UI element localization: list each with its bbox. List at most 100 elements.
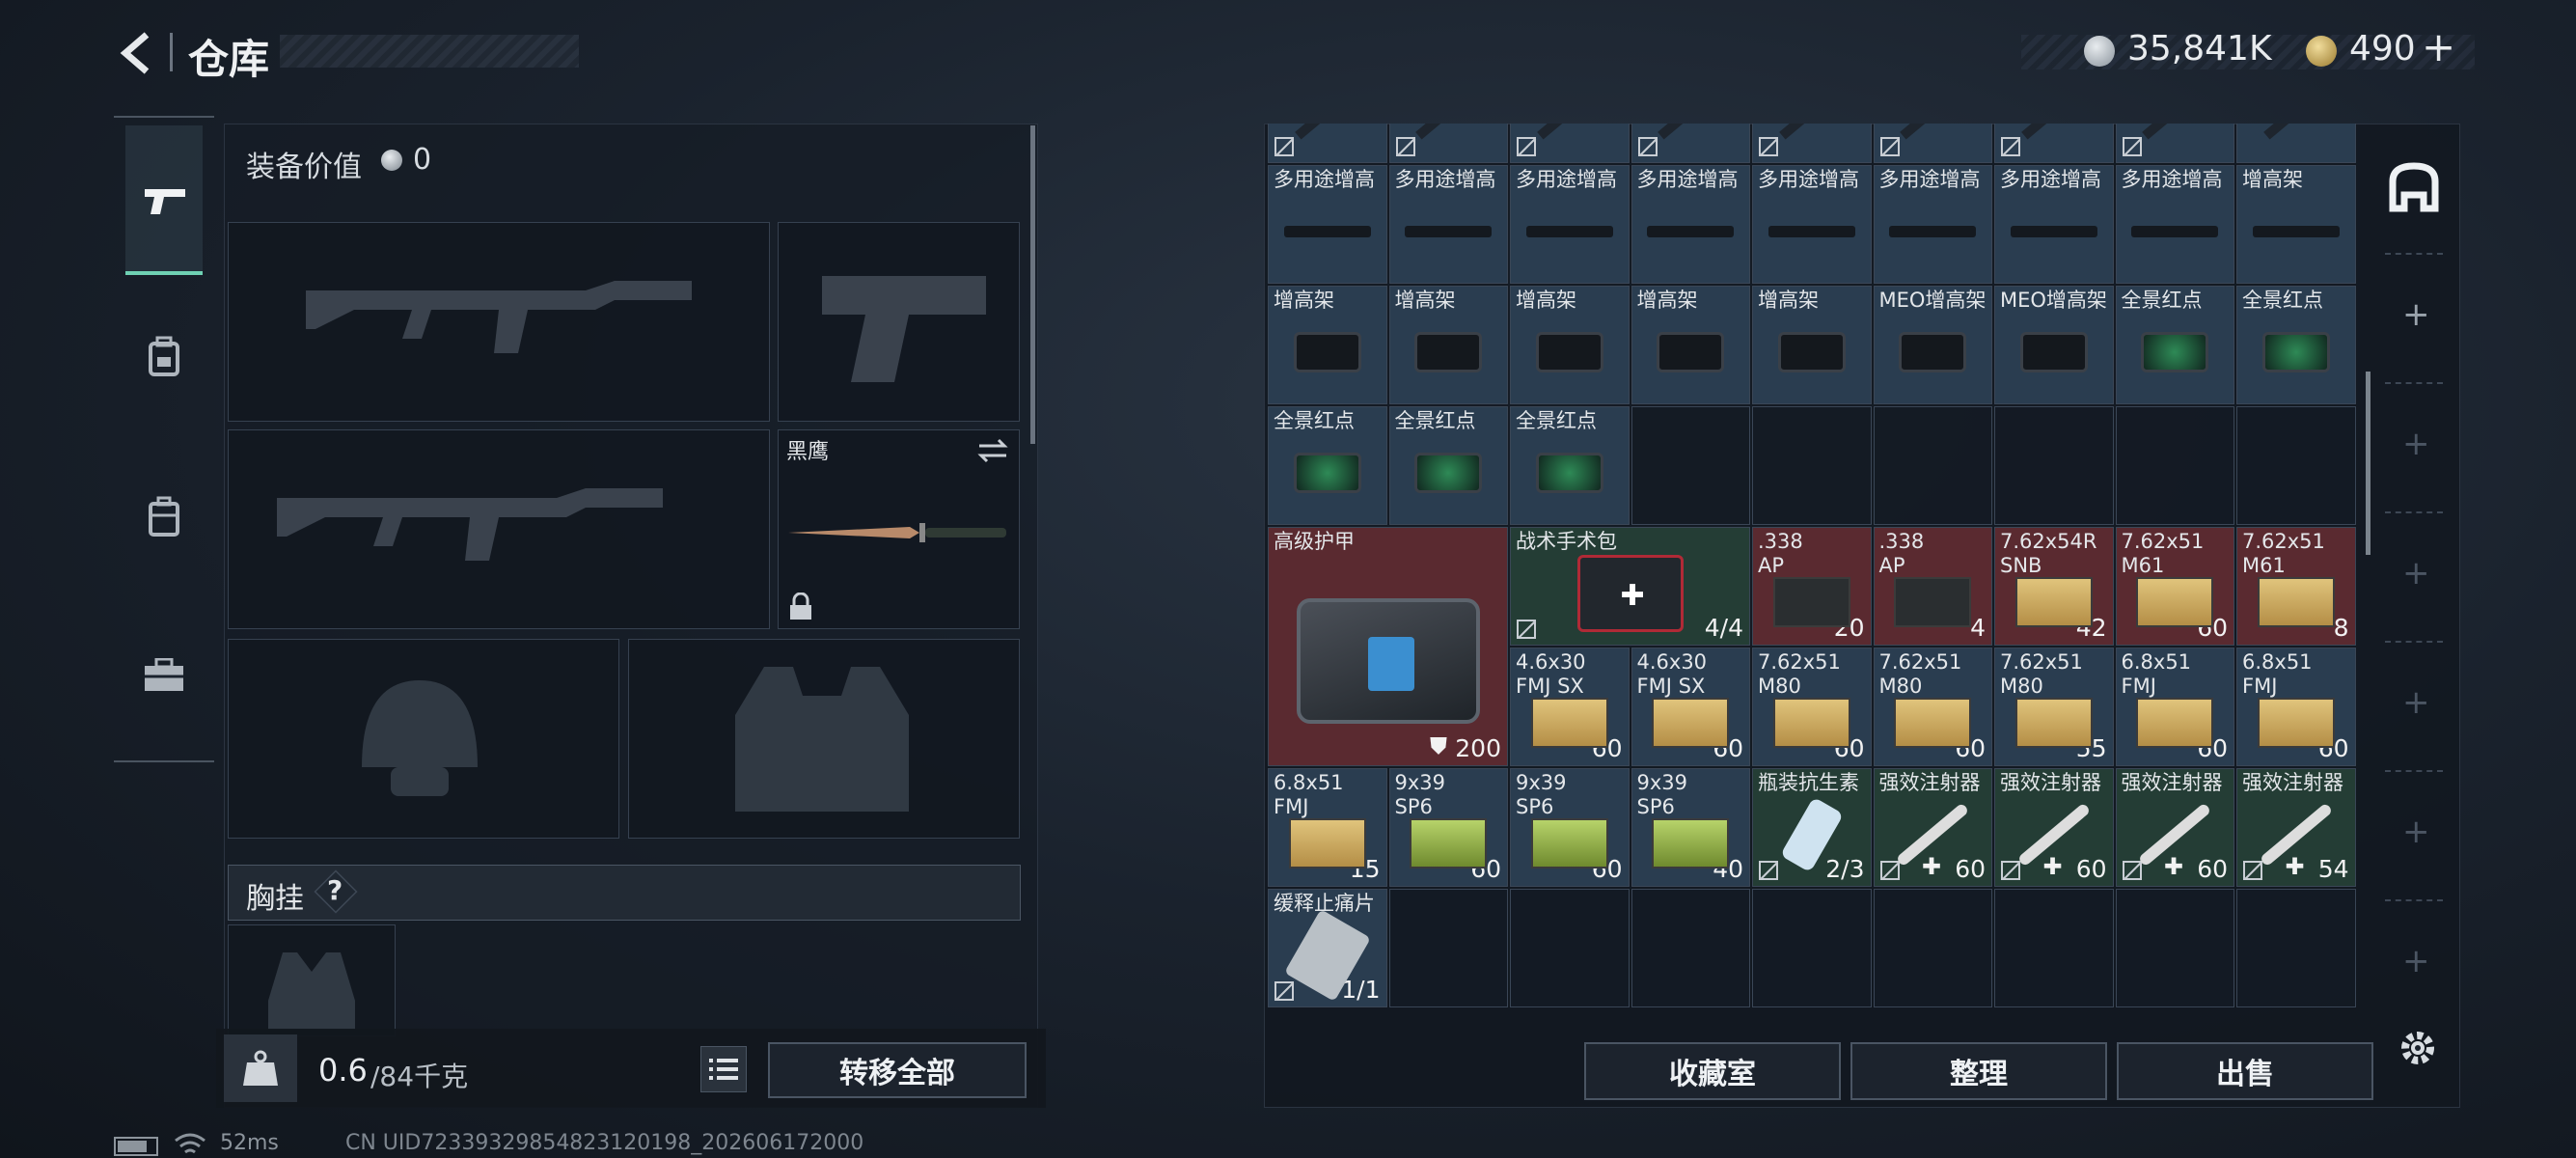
stash-item[interactable]: 全景红点 [1268,406,1387,525]
stash-scrollbar[interactable] [2366,372,2370,555]
empty-slot[interactable] [2115,889,2234,1007]
stash-item[interactable]: 7.62x51 M61 60 [2115,527,2234,646]
stash-item[interactable]: 多用途增高 [1631,165,1750,284]
stash-item[interactable]: 战术手术包 4/4 ✚ [1510,527,1750,646]
stash-item[interactable] [1631,124,1750,163]
back-button[interactable] [114,29,162,77]
stash-item[interactable]: 多用途增高 [1873,165,1992,284]
stash-item[interactable]: 高级护甲 200 ⛊ [1268,527,1508,766]
stash-item[interactable]: 多用途增高 [2115,165,2234,284]
equip-scrollbar[interactable] [1030,125,1035,444]
stash-item[interactable]: .338 AP 20 [1752,527,1872,646]
secondary-weapon-slot[interactable] [778,222,1020,422]
tab-container[interactable] [125,482,203,560]
stash-item[interactable]: 全景红点 [1388,406,1508,525]
stash-item[interactable]: 增高架 [1388,286,1508,404]
stash-item[interactable]: 增高架 [1752,286,1872,404]
empty-slot[interactable] [1631,889,1750,1007]
tab-toolbox[interactable] [125,637,203,714]
helmet-slot[interactable] [228,639,619,839]
stash-item[interactable]: 全景红点 [2115,286,2234,404]
stash-item[interactable]: 多用途增高 [1510,165,1630,284]
stash-item[interactable]: 9x39 SP6 60 [1510,768,1630,887]
stash-item[interactable]: .338 AP 4 [1873,527,1992,646]
stash-item[interactable]: 多用途增高 [1752,165,1872,284]
stash-item[interactable]: 多用途增高 [1994,165,2114,284]
secondary-rifle-slot[interactable] [228,429,770,629]
stash-item[interactable]: 6.8x51 FMJ 60 [2115,648,2234,766]
stash-item[interactable] [1994,124,2114,163]
stash-item[interactable]: 7.62x51 M80 60 [1873,648,1992,766]
add-stash-button[interactable]: + [2402,554,2430,593]
stash-item[interactable]: 7.62x51 M80 60 [1752,648,1872,766]
chest-rig-slot[interactable] [228,924,396,1036]
stash-item[interactable] [2236,124,2356,163]
empty-slot[interactable] [1873,889,1992,1007]
add-stash-button[interactable]: + [2402,942,2430,980]
item-count: 60 [2197,855,2228,883]
header-divider [170,33,173,71]
stash-item[interactable]: 9x39 SP6 60 [1388,768,1508,887]
empty-slot[interactable] [1752,889,1872,1007]
empty-slot[interactable] [1388,889,1508,1007]
stash-item[interactable]: 4.6x30 FMJ SX 60 [1631,648,1750,766]
primary-weapon-slot[interactable] [228,222,770,422]
tab-weapons[interactable] [125,125,203,275]
empty-slot[interactable] [2236,406,2356,525]
empty-slot[interactable] [1631,406,1750,525]
stash-item[interactable] [1752,124,1872,163]
tab-backpack[interactable] [125,318,203,396]
collection-button[interactable]: 收藏室 [1584,1042,1841,1100]
sell-button[interactable]: 出售 [2117,1042,2373,1100]
stash-item[interactable]: 缓释止痛片 1/1 [1268,889,1387,1007]
add-currency-button[interactable]: + [2422,23,2455,70]
stash-item[interactable]: 7.62x54R SNB 42 [1994,527,2114,646]
stash-item[interactable]: 7.62x51 M61 8 [2236,527,2356,646]
stash-item[interactable]: MEO增高架 [1873,286,1992,404]
swap-icon[interactable] [975,436,1010,465]
empty-slot[interactable] [1994,889,2114,1007]
stash-item[interactable]: 9x39 SP6 40 [1631,768,1750,887]
stash-item[interactable]: 全景红点 [2236,286,2356,404]
add-stash-button[interactable]: + [2402,813,2430,851]
list-view-button[interactable] [700,1046,747,1092]
stash-item[interactable]: MEO增高架 [1994,286,2114,404]
stash-item[interactable]: 4.6x30 FMJ SX 60 [1510,648,1630,766]
stash-item[interactable] [1873,124,1992,163]
add-stash-button[interactable]: + [2402,683,2430,722]
stash-item[interactable]: 增高架 [1268,286,1387,404]
melee-slot[interactable]: 黑鹰 [778,429,1020,629]
stash-item[interactable]: 多用途增高 [1268,165,1387,284]
gear-icon[interactable] [2395,1025,2441,1071]
item-image [1283,225,1371,237]
stash-item[interactable]: 增高架 [1510,286,1630,404]
stash-item[interactable]: 增高架 [1631,286,1750,404]
stash-item[interactable]: 强效注射器 60 ✚ [1873,768,1992,887]
stash-item[interactable]: 全景红点 [1510,406,1630,525]
stash-item[interactable]: 强效注射器 54 ✚ [2236,768,2356,887]
stash-item[interactable] [1388,124,1508,163]
stash-item[interactable]: 7.62x51 M80 55 [1994,648,2114,766]
empty-slot[interactable] [1752,406,1872,525]
stash-item[interactable] [2115,124,2234,163]
armor-slot[interactable] [628,639,1020,839]
stash-item[interactable]: 6.8x51 FMJ 15 [1268,768,1387,887]
stash-tab-main[interactable] [2385,154,2443,222]
stash-item[interactable] [1268,124,1387,163]
transfer-all-button[interactable]: 转移全部 [768,1042,1027,1098]
add-stash-button[interactable]: + [2402,425,2430,463]
stash-item[interactable]: 强效注射器 60 ✚ [2115,768,2234,887]
empty-slot[interactable] [2115,406,2234,525]
empty-slot[interactable] [1873,406,1992,525]
stash-item[interactable]: 增高架 [2236,165,2356,284]
stash-item[interactable] [1510,124,1630,163]
empty-slot[interactable] [1510,889,1630,1007]
empty-slot[interactable] [2236,889,2356,1007]
add-stash-button[interactable]: + [2402,295,2430,334]
stash-item[interactable]: 强效注射器 60 ✚ [1994,768,2114,887]
stash-item[interactable]: 瓶装抗生素 2/3 [1752,768,1872,887]
sort-button[interactable]: 整理 [1850,1042,2107,1100]
stash-item[interactable]: 6.8x51 FMJ 60 [2236,648,2356,766]
stash-item[interactable]: 多用途增高 [1388,165,1508,284]
empty-slot[interactable] [1994,406,2114,525]
